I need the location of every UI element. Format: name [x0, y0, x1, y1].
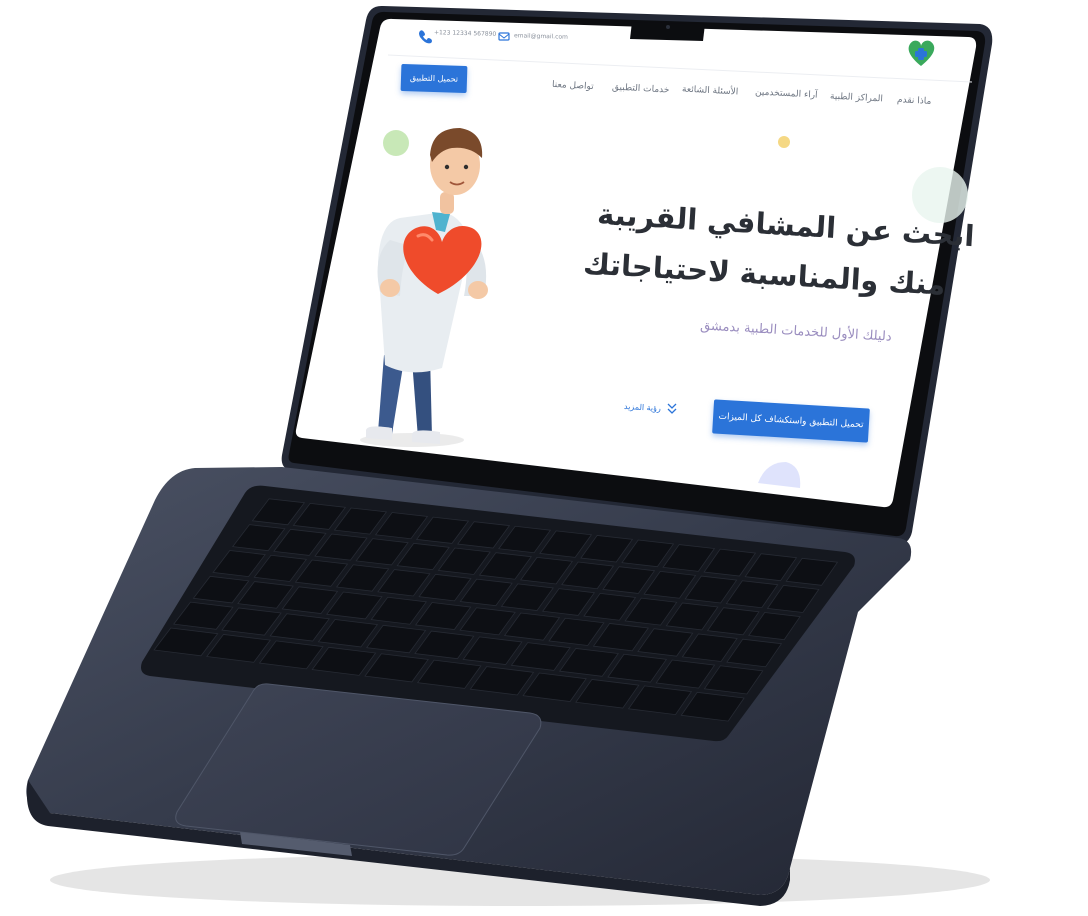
- key-cap: [703, 665, 764, 695]
- key-cap: [627, 685, 693, 716]
- key-cap: [607, 653, 668, 683]
- key-cap: [459, 578, 513, 607]
- key-cap: [725, 580, 779, 609]
- key-cap: [459, 607, 516, 636]
- key-cap: [706, 607, 760, 636]
- key-cap: [153, 627, 219, 657]
- header-download-button[interactable]: تحميل التطبيق: [400, 63, 468, 94]
- nav-item-contact[interactable]: تواصل معنا: [552, 80, 594, 92]
- key-cap: [370, 596, 428, 625]
- key-cap: [192, 575, 250, 604]
- key-cap: [311, 646, 377, 676]
- key-cap: [269, 613, 330, 642]
- key-cap: [539, 530, 593, 558]
- nav-item-what-we-offer[interactable]: ماذا نقدم: [897, 95, 932, 107]
- key-cap: [365, 624, 427, 654]
- screen-overlay: [153, 18, 977, 722]
- key-cap: [655, 659, 716, 689]
- key-cap: [258, 640, 324, 670]
- key-cap: [548, 617, 605, 646]
- key-cap: [519, 556, 574, 585]
- key-cap: [624, 597, 678, 626]
- key-cap: [748, 612, 801, 641]
- key-cap: [592, 623, 649, 652]
- key-cap: [681, 633, 738, 662]
- key-cap: [726, 638, 783, 668]
- key-cap: [637, 628, 694, 657]
- key-cap: [665, 602, 719, 631]
- key-cap: [469, 666, 535, 696]
- key-cap: [684, 575, 738, 604]
- key-cap: [766, 584, 820, 613]
- key-cap: [744, 553, 798, 582]
- key-cap: [326, 591, 383, 620]
- key-cap: [575, 679, 640, 709]
- key-cap: [377, 569, 431, 597]
- hero-cta-label: تحميل التطبيق واستكشاف كل الميزات: [718, 411, 864, 431]
- key-cap: [206, 634, 272, 663]
- key-cap: [478, 552, 532, 580]
- header-email[interactable]: email@gmail.com: [514, 32, 568, 41]
- key-cap: [414, 602, 472, 630]
- key-cap: [662, 544, 716, 572]
- key-cap: [237, 581, 294, 609]
- key-cap: [785, 557, 839, 586]
- key-cap: [414, 630, 475, 660]
- key-cap: [621, 539, 675, 568]
- keyboard: [153, 498, 839, 722]
- key-cap: [317, 619, 379, 648]
- key-cap: [173, 601, 234, 630]
- key-cap: [416, 659, 482, 689]
- key-cap: [542, 588, 596, 616]
- key-cap: [503, 612, 561, 641]
- key-cap: [583, 592, 637, 621]
- key-cap: [580, 534, 634, 563]
- key-cap: [281, 586, 339, 614]
- key-cap: [703, 548, 757, 577]
- key-cap: [561, 561, 615, 590]
- key-cap: [643, 570, 697, 599]
- key-cap: [510, 642, 571, 671]
- key-cap: [558, 648, 619, 677]
- key-cap: [680, 691, 745, 722]
- key-cap: [418, 573, 472, 602]
- key-cap: [462, 636, 523, 665]
- header-download-label: تحميل التطبيق: [409, 73, 459, 84]
- key-cap: [522, 672, 587, 702]
- key-cap: [364, 653, 429, 683]
- key-cap: [602, 566, 656, 594]
- key-cap: [500, 583, 554, 611]
- key-cap: [221, 607, 282, 636]
